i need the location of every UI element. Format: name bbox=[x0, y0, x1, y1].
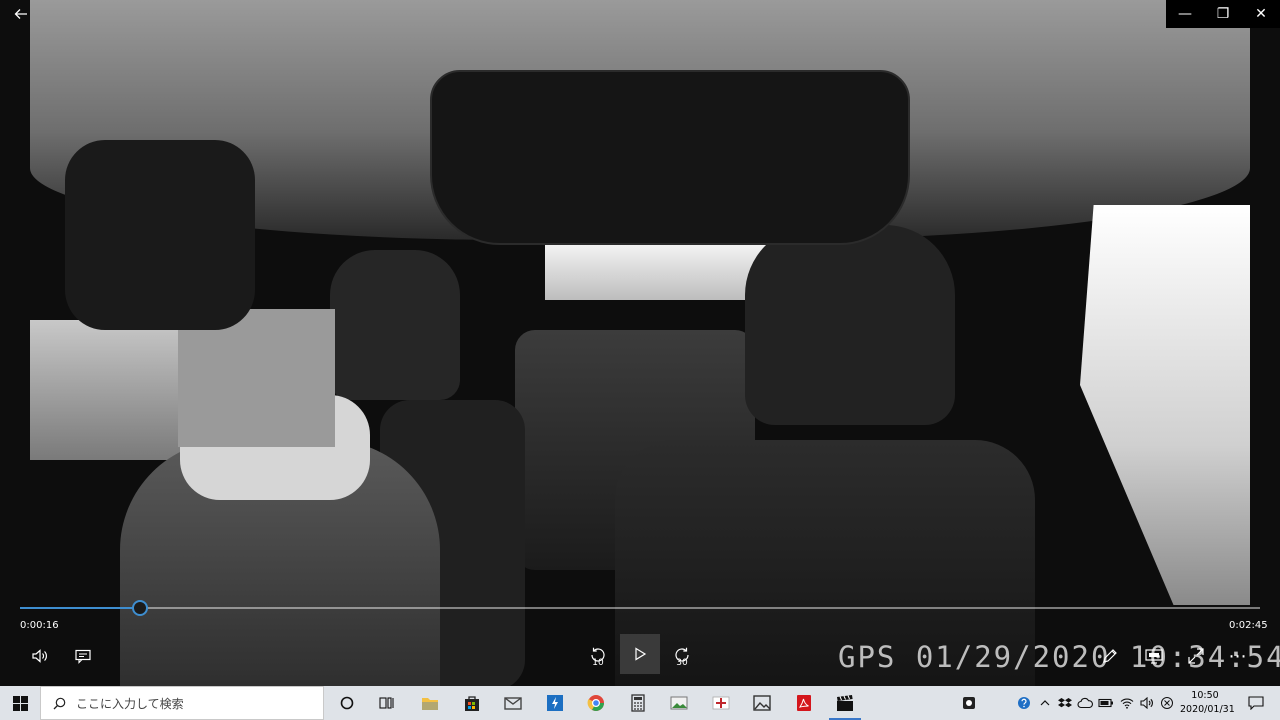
seek-bar-thumb[interactable] bbox=[132, 600, 149, 616]
battery-tray-icon-button[interactable] bbox=[1096, 686, 1116, 720]
taskbar-app-red-app[interactable] bbox=[701, 686, 741, 720]
red-shield-icon bbox=[712, 696, 729, 710]
seek-bar-progress bbox=[20, 607, 141, 609]
wifi-icon bbox=[1120, 698, 1134, 709]
chrome-icon bbox=[587, 695, 604, 711]
taskbar-app-photos[interactable] bbox=[742, 686, 782, 720]
current-time: 0:00:16 bbox=[20, 620, 59, 631]
driver-headrest bbox=[330, 250, 460, 400]
taskbar-search-box[interactable]: ここに入力して検索 bbox=[40, 686, 324, 720]
wifi-tray-icon-button[interactable] bbox=[1117, 686, 1137, 720]
windows-taskbar: ここに入力して検索 10:50 2020/01/31 bbox=[0, 686, 1280, 720]
clock-time: 10:50 bbox=[1191, 690, 1219, 701]
volume-button[interactable] bbox=[22, 638, 58, 674]
edit-button[interactable] bbox=[1092, 638, 1128, 674]
action-center-button[interactable] bbox=[1238, 686, 1274, 720]
help-icon bbox=[1018, 697, 1030, 709]
cloud-tray-icon-button[interactable] bbox=[1075, 686, 1095, 720]
right-side-window bbox=[1080, 205, 1250, 605]
chevron-up-icon bbox=[1040, 700, 1050, 706]
skip-back-button[interactable]: 10 bbox=[580, 638, 616, 674]
passenger-headrest bbox=[745, 225, 955, 425]
skip-back-seconds: 10 bbox=[592, 658, 604, 668]
minimize-button[interactable]: — bbox=[1166, 0, 1204, 28]
cast-button[interactable] bbox=[1136, 638, 1172, 674]
taskbar-app-lightning-app[interactable] bbox=[535, 686, 575, 720]
seek-bar[interactable] bbox=[20, 600, 1260, 616]
more-options-button[interactable]: ⋯ bbox=[1220, 638, 1256, 674]
taskbar-clock[interactable]: 10:50 2020/01/31 bbox=[1180, 689, 1235, 717]
taskbar-app-movies-tv[interactable] bbox=[825, 686, 865, 720]
task-view-button[interactable] bbox=[370, 686, 404, 720]
disconnected-icon bbox=[1161, 697, 1173, 709]
start-button[interactable] bbox=[0, 686, 40, 720]
clock-date: 2020/01/31 bbox=[1180, 704, 1235, 715]
fullscreen-icon bbox=[1188, 648, 1204, 664]
captions-button[interactable] bbox=[65, 638, 101, 674]
movies-tv-player-window: GPS 01/29/2020 10:34:54 — ❐ ✕ 0:00:16 0:… bbox=[0, 0, 1280, 720]
image-icon bbox=[753, 695, 771, 711]
battery-icon bbox=[1098, 698, 1113, 708]
total-time: 0:02:45 bbox=[1229, 620, 1268, 631]
lightning-icon bbox=[546, 695, 563, 711]
cortana-button[interactable] bbox=[330, 686, 364, 720]
rear-window bbox=[545, 245, 775, 300]
tray-app-button[interactable] bbox=[955, 686, 983, 720]
search-placeholder: ここに入力して検索 bbox=[76, 696, 184, 711]
cast-icon bbox=[1145, 649, 1163, 664]
close-button[interactable]: ✕ bbox=[1242, 0, 1280, 28]
notification-icon bbox=[1248, 696, 1264, 710]
folder-icon bbox=[422, 698, 438, 710]
app-tray-icon bbox=[963, 697, 975, 709]
dashcam-unit bbox=[65, 140, 255, 330]
dropbox-tray-icon-button[interactable] bbox=[1055, 686, 1075, 720]
taskbar-app-chrome[interactable] bbox=[576, 686, 616, 720]
skip-forward-button[interactable]: 30 bbox=[664, 638, 700, 674]
captions-icon bbox=[75, 649, 91, 664]
task-view-icon bbox=[379, 697, 394, 709]
landscape-icon bbox=[670, 696, 688, 710]
taskbar-app-mail[interactable] bbox=[493, 686, 533, 720]
pdf-icon bbox=[796, 695, 811, 711]
cortana-circle-icon bbox=[340, 696, 354, 710]
skip-forward-seconds: 30 bbox=[676, 658, 688, 668]
cloud-icon bbox=[1077, 697, 1093, 709]
mail-icon bbox=[504, 697, 522, 710]
calculator-icon bbox=[630, 694, 645, 712]
volume-icon bbox=[32, 649, 47, 663]
help-button[interactable] bbox=[1013, 686, 1035, 720]
dropbox-icon bbox=[1058, 698, 1072, 708]
rearview-mirror bbox=[430, 70, 910, 245]
windows-logo-icon bbox=[12, 695, 28, 711]
taskbar-app-acrobat[interactable] bbox=[784, 686, 824, 720]
search-icon bbox=[53, 697, 66, 709]
clapper-icon bbox=[837, 695, 853, 711]
taskbar-app-microsoft-store[interactable] bbox=[452, 686, 492, 720]
edit-pen-icon bbox=[1103, 649, 1117, 663]
maximize-button[interactable]: ❐ bbox=[1204, 0, 1242, 28]
show-hidden-icons-button[interactable] bbox=[1036, 686, 1054, 720]
taskbar-app-calculator[interactable] bbox=[618, 686, 658, 720]
network-status-tray-icon-button[interactable] bbox=[1157, 686, 1177, 720]
store-bag-icon bbox=[464, 696, 479, 711]
more-icon: ⋯ bbox=[1228, 645, 1248, 667]
speaker-tray-icon-button[interactable] bbox=[1137, 686, 1157, 720]
back-arrow-icon bbox=[14, 9, 27, 19]
fullscreen-button[interactable] bbox=[1178, 638, 1214, 674]
video-frame[interactable]: GPS 01/29/2020 10:34:54 bbox=[0, 0, 1280, 686]
play-button[interactable] bbox=[620, 634, 660, 674]
left-side-window bbox=[30, 320, 190, 460]
taskbar-app-file-explorer[interactable] bbox=[410, 686, 450, 720]
taskbar-app-photo-viewer[interactable] bbox=[659, 686, 699, 720]
title-bar: — ❐ ✕ bbox=[0, 0, 1280, 28]
speaker-icon bbox=[1140, 697, 1153, 709]
play-icon bbox=[635, 647, 647, 661]
back-button[interactable] bbox=[2, 0, 40, 28]
